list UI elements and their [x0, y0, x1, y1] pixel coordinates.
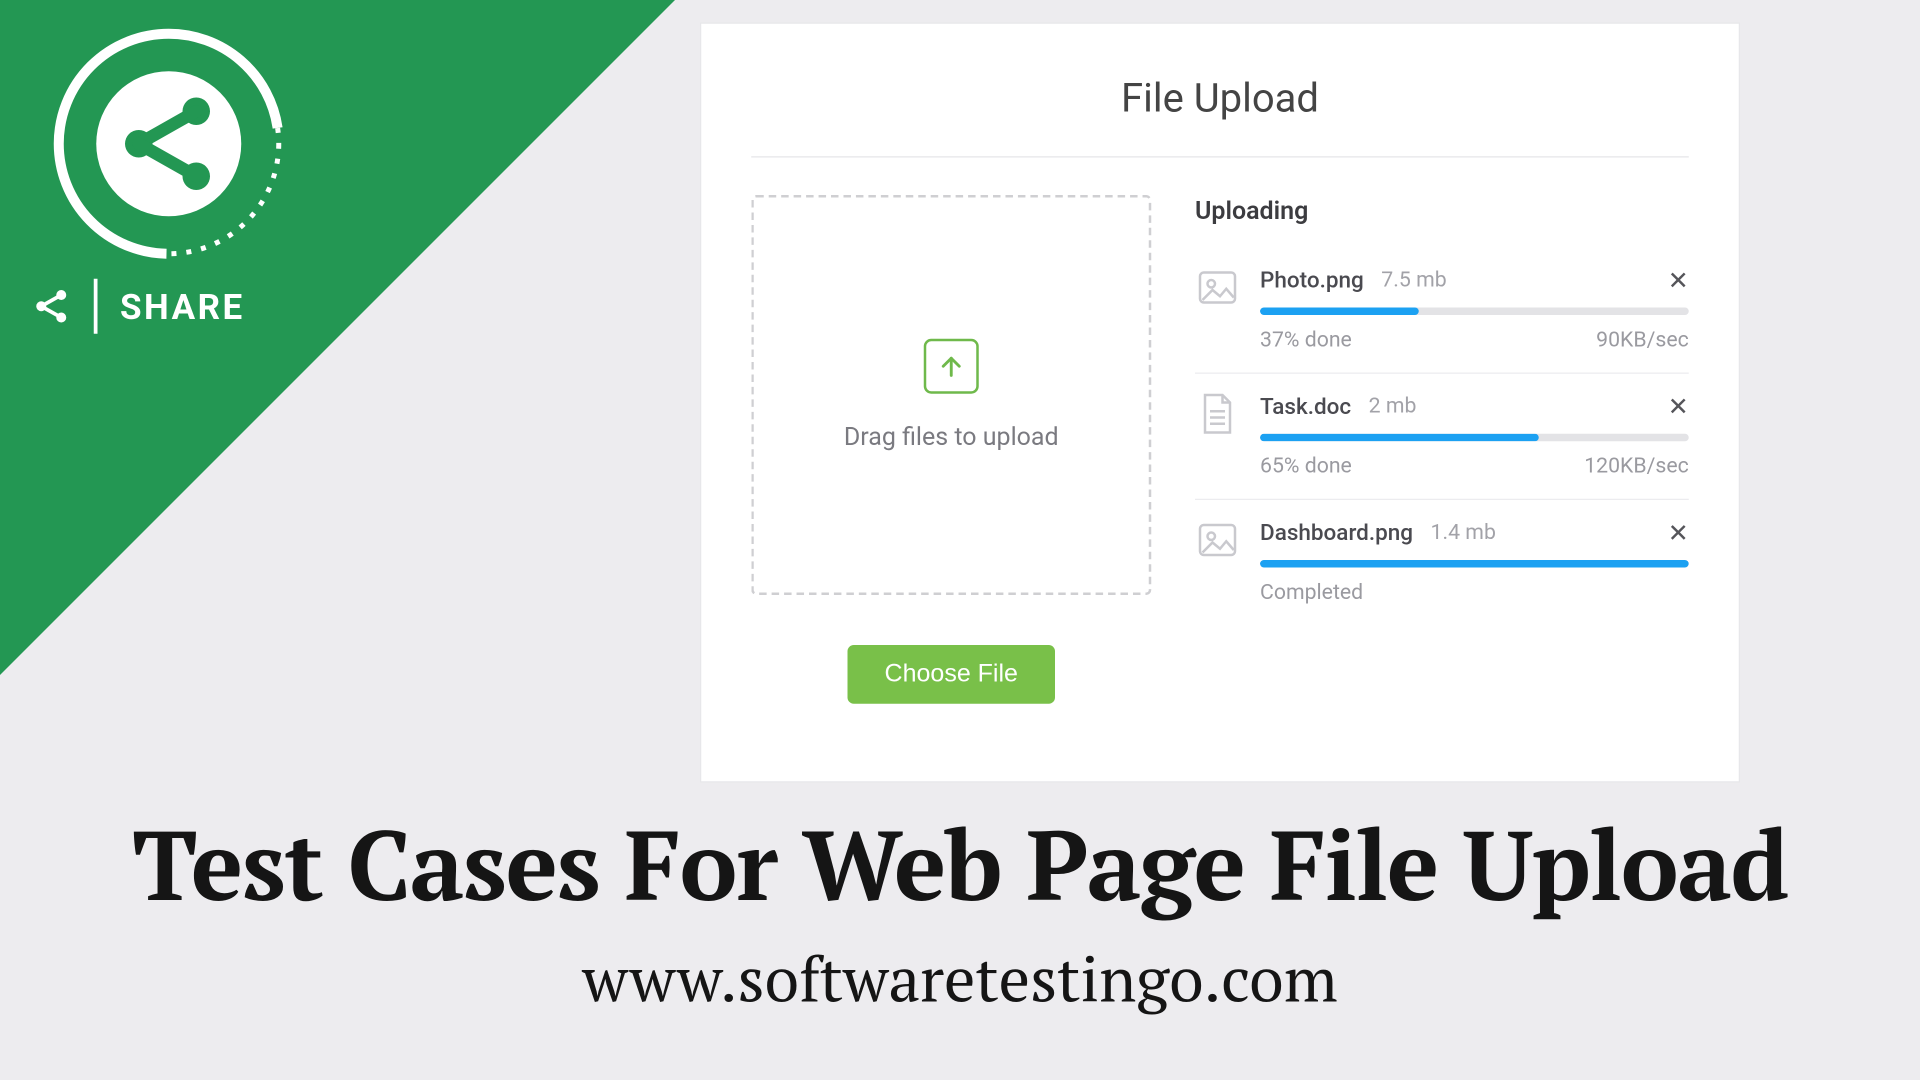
progress-bar	[1260, 308, 1689, 316]
close-icon[interactable]: ✕	[1668, 391, 1689, 421]
speed-text: 120KB/sec	[1584, 454, 1689, 479]
file-row: Task.doc 2 mb ✕ 65% done 120KB/sec	[1195, 374, 1689, 500]
divider	[751, 156, 1689, 157]
logo-area: SHARE	[44, 19, 294, 334]
progress-bar	[1260, 434, 1689, 442]
divider	[94, 279, 98, 334]
file-row: Dashboard.png 1.4 mb ✕ Completed	[1195, 500, 1689, 625]
card-title: File Upload	[751, 61, 1689, 156]
file-name: Dashboard.png	[1260, 519, 1413, 545]
url-text: www.softwaretestingo.com	[0, 938, 1920, 1021]
status-text: Completed	[1260, 580, 1363, 605]
file-size: 1.4 mb	[1431, 520, 1496, 545]
share-label: SHARE	[120, 286, 245, 327]
choose-file-button[interactable]: Choose File	[847, 645, 1055, 704]
image-icon	[1195, 265, 1240, 310]
close-icon[interactable]: ✕	[1668, 265, 1689, 295]
share-logo-icon	[44, 19, 294, 269]
headline: Test Cases For Web Page File Upload	[0, 800, 1920, 929]
image-icon	[1195, 518, 1240, 563]
file-size: 7.5 mb	[1381, 268, 1446, 293]
status-text: 37% done	[1260, 328, 1352, 353]
share-small-icon	[31, 286, 71, 326]
file-name: Task.doc	[1260, 393, 1351, 419]
upload-card: File Upload Drag files to upload Choose …	[700, 23, 1740, 783]
file-list: Photo.png 7.5 mb ✕ 37% done 90KB/sec Task.doc…	[1195, 248, 1689, 626]
file-name: Photo.png	[1260, 267, 1364, 293]
dropzone[interactable]: Drag files to upload	[751, 195, 1151, 595]
speed-text: 90KB/sec	[1596, 328, 1689, 353]
progress-bar	[1260, 560, 1689, 568]
file-row: Photo.png 7.5 mb ✕ 37% done 90KB/sec	[1195, 248, 1689, 374]
dropzone-text: Drag files to upload	[844, 421, 1059, 451]
uploading-label: Uploading	[1195, 195, 1689, 225]
file-size: 2 mb	[1369, 394, 1417, 419]
status-text: 65% done	[1260, 454, 1352, 479]
document-icon	[1195, 391, 1240, 436]
upload-icon	[924, 339, 979, 394]
close-icon[interactable]: ✕	[1668, 518, 1689, 548]
